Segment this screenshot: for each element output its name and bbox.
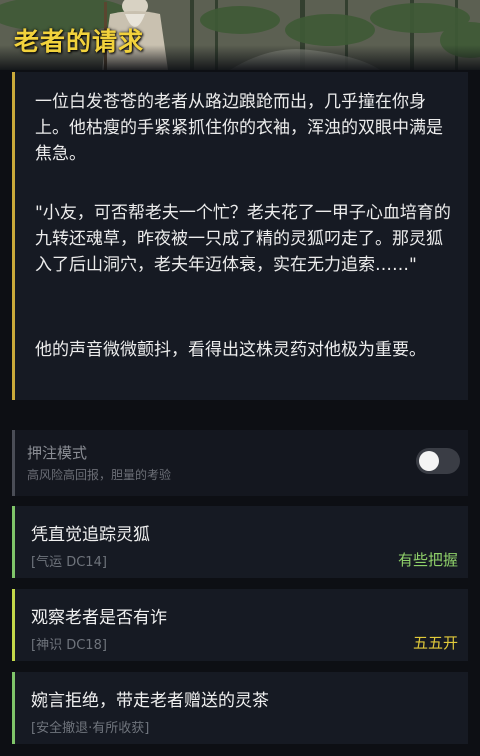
choice-track-fox[interactable]: 凭直觉追踪灵狐 [气运 DC14] 有些把握 <box>12 506 468 578</box>
story-paragraph: 他的声音微微颤抖，看得出这株灵药对他极为重要。 <box>35 340 426 360</box>
story-paragraph: 一位白发苍苍的老者从路边踉跄而出，几乎撞在你身上。他枯瘦的手紧紧抓住你的衣袖，浑… <box>35 92 443 164</box>
page-title: 老者的请求 <box>14 27 145 56</box>
bet-mode-row: 押注模式 高风险高回报，胆量的考验 <box>12 430 468 496</box>
choice-odds: 有些把握 <box>397 551 458 569</box>
bet-mode-label: 押注模式 <box>27 444 88 462</box>
toggle-knob <box>419 451 439 471</box>
bet-mode-toggle[interactable] <box>416 448 460 474</box>
choice-observe-elder[interactable]: 观察老者是否有诈 [神识 DC18] 五五开 <box>12 589 468 661</box>
choice-check: [神识 DC18] <box>31 638 107 653</box>
choice-odds: 五五开 <box>412 634 458 652</box>
story-paragraph: "小友，可否帮老夫一个忙？老夫花了一甲子心血培育的九转还魂草，昨夜被一只成了精的… <box>35 203 451 275</box>
bet-mode-sublabel: 高风险高回报，胆量的考验 <box>27 468 172 482</box>
choice-label: 凭直觉追踪灵狐 <box>31 525 150 545</box>
header-banner: 老者的请求 <box>0 0 480 70</box>
choice-check: [安全撤退·有所收获] <box>31 721 150 736</box>
choice-decline[interactable]: 婉言拒绝，带走老者赠送的灵茶 [安全撤退·有所收获] <box>12 672 468 744</box>
choice-label: 婉言拒绝，带走老者赠送的灵茶 <box>31 691 269 711</box>
choice-check: [气运 DC14] <box>31 555 107 570</box>
story-card: 一位白发苍苍的老者从路边踉跄而出，几乎撞在你身上。他枯瘦的手紧紧抓住你的衣袖，浑… <box>12 72 468 400</box>
choice-label: 观察老者是否有诈 <box>31 608 167 628</box>
